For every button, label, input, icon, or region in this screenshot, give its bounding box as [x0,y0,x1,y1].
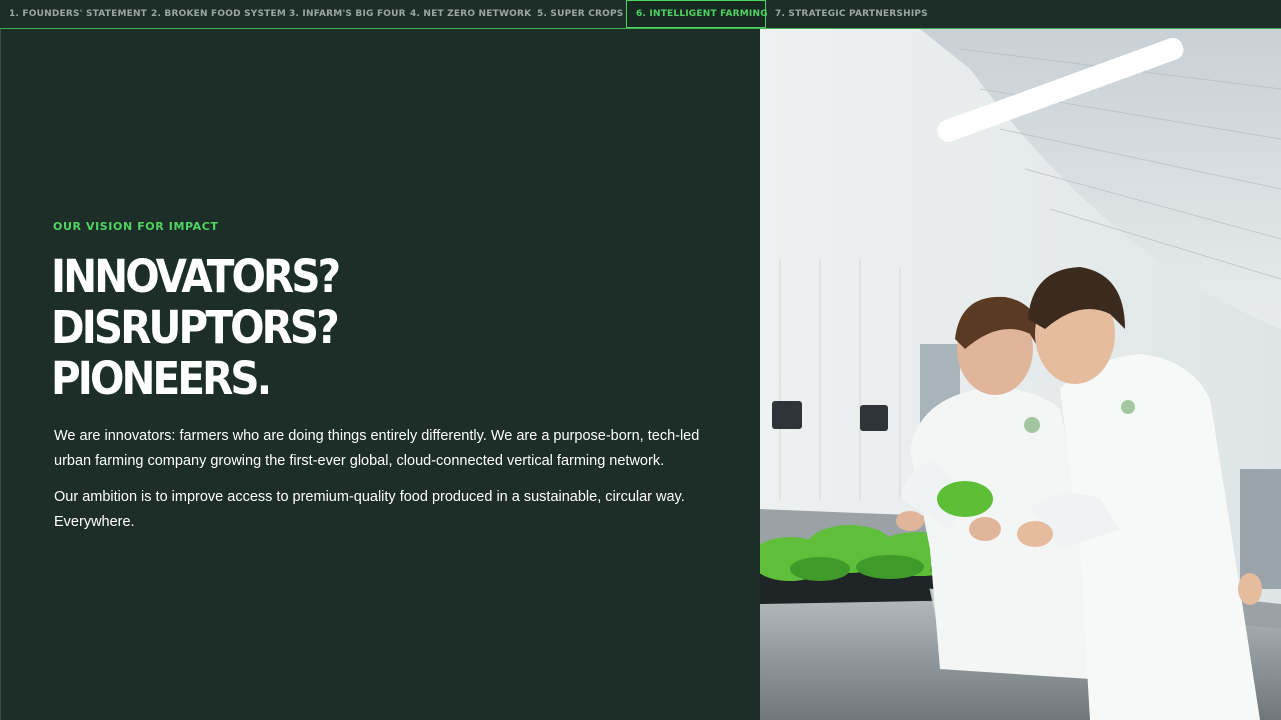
tab-net-zero-network[interactable]: 4. Net Zero Network [401,0,531,28]
headline-line: DISRUPTORS? [51,301,340,354]
tab-founders-statement[interactable]: 1. Founders' Statement [0,0,147,28]
tab-strategic-partnerships[interactable]: 7. Strategic Partnerships [766,0,928,28]
headline-line: PIONEERS. [51,352,272,405]
ambition-paragraph: Our ambition is to improve access to pre… [54,489,685,530]
vision-panel: OUR VISION FOR IMPACT INNOVATORS? DISRUP… [0,29,760,720]
eyebrow-label: OUR VISION FOR IMPACT [53,220,219,233]
page-headline: INNOVATORS? DISRUPTORS? PIONEERS. [51,250,341,405]
tab-intelligent-farming[interactable]: 6. Intelligent Farming [626,0,768,28]
tab-infarms-big-four[interactable]: 3. Infarm's Big Four [280,0,406,28]
farm-lab-photo [760,29,1281,720]
tab-broken-food-system[interactable]: 2. Broken Food System [142,0,286,28]
intro-paragraph: We are innovators: farmers who are doing… [54,428,700,469]
tab-super-crops[interactable]: 5. Super Crops [528,0,626,28]
section-nav: 1. Founders' Statement 2. Broken Food Sy… [0,0,1281,29]
headline-line: INNOVATORS? [51,250,341,303]
